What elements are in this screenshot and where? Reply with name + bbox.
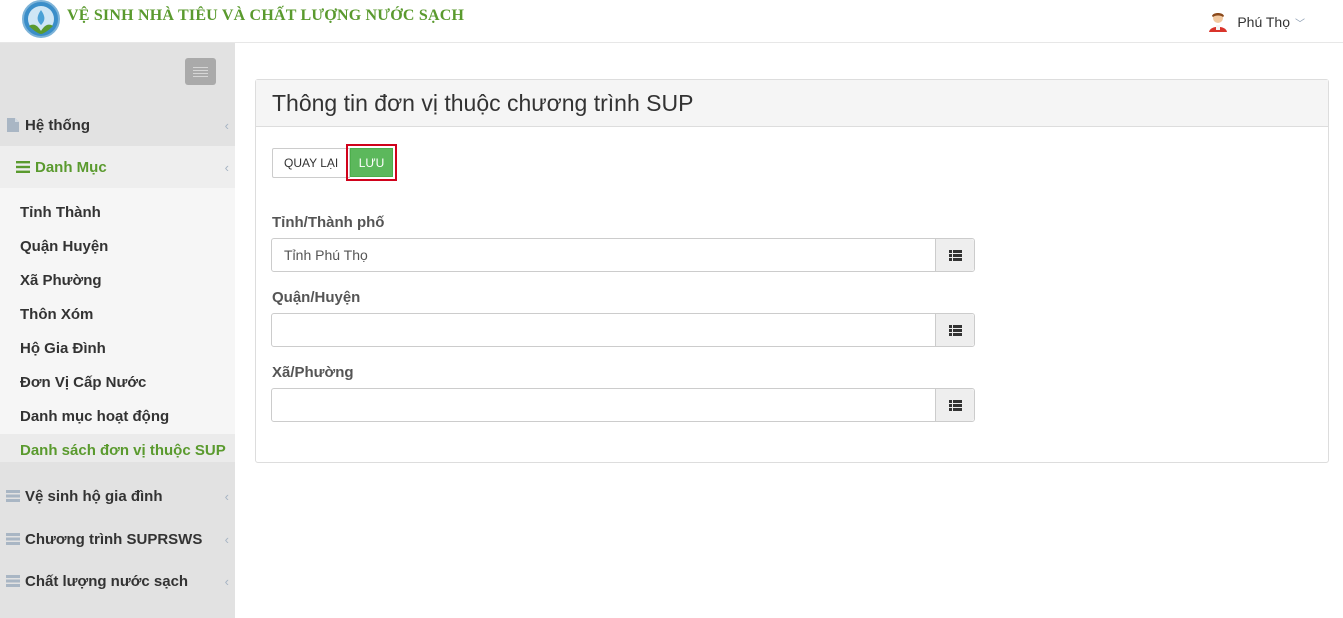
sidebar-item-label: Danh Mục (35, 158, 107, 176)
submenu-item-danh-sach-don-vi-sup[interactable]: Danh sách đơn vị thuộc SUP (20, 442, 226, 459)
app-title: VỆ SINH NHÀ TIÊU VÀ CHẤT LƯỢNG NƯỚC SẠCH (67, 7, 465, 24)
file-icon (6, 118, 20, 132)
sup-unit-form-panel: Thông tin đơn vị thuộc chương trình SUP … (255, 79, 1329, 463)
sidebar-toggle-button[interactable] (185, 58, 216, 85)
district-label: Quận/Huyện (272, 289, 361, 306)
sidebar-item-label: Hệ thống (25, 116, 90, 134)
user-name: Phú Thọ (1237, 14, 1290, 30)
save-button-highlight: LƯU (346, 144, 397, 181)
submenu-item-ho-gia-dinh[interactable]: Hộ Gia Đình (20, 340, 106, 357)
list-icon (948, 249, 962, 261)
sidebar-item-ve-sinh-ho-gia-dinh[interactable]: Vệ sinh hộ gia đình ‹ (0, 484, 235, 508)
sidebar: Hệ thống ‹ Danh Mục ‹ Tỉnh Thành Quận Hu… (0, 43, 235, 618)
chevron-down-icon: ﹀ (1295, 18, 1305, 30)
server-icon (6, 533, 20, 545)
ward-label: Xã/Phường (272, 364, 354, 381)
ward-list-button[interactable] (935, 389, 974, 421)
chevron-left-icon: ‹ (224, 159, 229, 175)
chevron-left-icon: ‹ (224, 117, 229, 133)
top-navbar: VỆ SINH NHÀ TIÊU VÀ CHẤT LƯỢNG NƯỚC SẠCH… (0, 0, 1343, 43)
list-icon (948, 399, 962, 411)
server-icon (6, 575, 20, 587)
back-button[interactable]: QUAY LẠI (272, 148, 351, 178)
sidebar-item-chat-luong-nuoc-sach[interactable]: Chất lượng nước sạch ‹ (0, 569, 235, 593)
submenu-item-quan-huyen[interactable]: Quận Huyện (20, 238, 108, 255)
district-list-button[interactable] (935, 314, 974, 346)
sidebar-item-chuong-trinh-suprsws[interactable]: Chương trình SUPRSWS ‹ (0, 527, 235, 551)
chevron-left-icon: ‹ (224, 573, 229, 589)
list-icon (948, 324, 962, 336)
submenu-item-danh-muc-hoat-dong[interactable]: Danh mục hoạt động (20, 408, 169, 425)
submenu-item-tinh-thanh[interactable]: Tỉnh Thành (20, 204, 101, 221)
sidebar-item-label: Chất lượng nước sạch (25, 572, 189, 590)
save-button[interactable]: LƯU (350, 148, 393, 177)
page-title: Thông tin đơn vị thuộc chương trình SUP (272, 89, 694, 116)
list-icon (16, 161, 30, 173)
submenu-item-don-vi-cap-nuoc[interactable]: Đơn Vị Cấp Nước (20, 374, 146, 391)
panel-header: Thông tin đơn vị thuộc chương trình SUP (256, 80, 1328, 127)
chevron-left-icon: ‹ (224, 531, 229, 547)
district-field (271, 313, 975, 347)
province-input[interactable] (272, 239, 935, 271)
chevron-left-icon: ‹ (224, 488, 229, 504)
province-field (271, 238, 975, 272)
server-icon (6, 490, 20, 502)
submenu-danh-muc: Tỉnh Thành Quận Huyện Xã Phường Thôn Xóm… (0, 188, 235, 462)
user-avatar-icon (1209, 13, 1228, 32)
sidebar-item-he-thong[interactable]: Hệ thống ‹ (0, 113, 235, 137)
sidebar-item-label: Chương trình SUPRSWS (25, 530, 203, 548)
district-input[interactable] (272, 314, 935, 346)
ward-field (271, 388, 975, 422)
submenu-item-xa-phuong[interactable]: Xã Phường (20, 272, 102, 289)
sidebar-item-danh-muc[interactable]: Danh Mục ‹ (0, 146, 235, 188)
user-menu[interactable]: Phú Thọ ﹀ (1207, 11, 1305, 33)
submenu-item-thon-xom[interactable]: Thôn Xóm (20, 306, 93, 323)
ward-input[interactable] (272, 389, 935, 421)
province-label: Tỉnh/Thành phố (272, 214, 385, 231)
province-list-button[interactable] (935, 239, 974, 271)
logo-icon (22, 0, 60, 38)
sidebar-item-label: Vệ sinh hộ gia đình (25, 487, 163, 505)
